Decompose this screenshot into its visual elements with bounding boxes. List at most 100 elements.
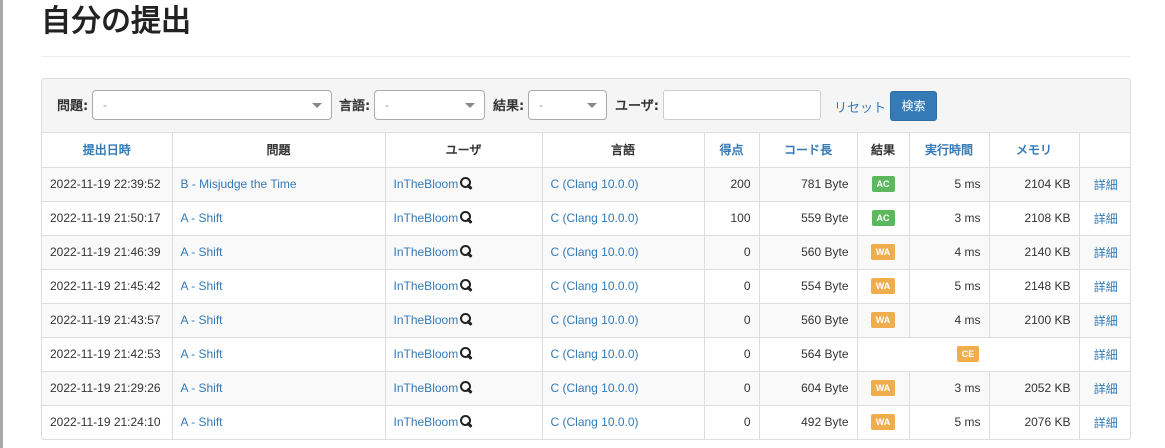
cell-result: WA — [856, 370, 910, 406]
cell-memory: 2100 KB — [988, 302, 1080, 338]
header-submit-time[interactable]: 提出日時 — [42, 133, 173, 168]
cell-score: 0 — [703, 234, 760, 270]
user-filter-label: ユーザ: — [615, 99, 659, 114]
status-badge: WA — [870, 278, 896, 294]
detail-link[interactable]: 詳細 — [1078, 200, 1130, 236]
cell-problem-link[interactable]: A - Shift — [171, 404, 386, 439]
detail-link[interactable]: 詳細 — [1078, 404, 1130, 439]
cell-memory: 2104 KB — [988, 166, 1080, 202]
cell-exec-time: 4 ms — [908, 234, 990, 270]
header-problem: 問題 — [171, 133, 386, 168]
cell-problem-link[interactable]: A - Shift — [171, 234, 386, 270]
cell-exec-time: 5 ms — [908, 268, 990, 304]
search-icon[interactable] — [460, 381, 472, 393]
table-row: 2022-11-19 21:42:53 A - Shift InTheBloom… — [42, 336, 1130, 372]
cell-problem-link[interactable]: A - Shift — [171, 268, 386, 304]
cell-user: InTheBloom — [384, 166, 543, 202]
search-button[interactable]: 検索 — [890, 91, 937, 121]
cell-result: AC — [856, 166, 910, 202]
problem-filter-select[interactable]: - — [92, 90, 332, 120]
detail-link[interactable]: 詳細 — [1078, 302, 1130, 338]
page-title: 自分の提出 — [41, 4, 191, 39]
header-exec-time[interactable]: 実行時間 — [908, 133, 990, 168]
search-icon[interactable] — [460, 211, 472, 223]
cell-language-link[interactable]: C (Clang 10.0.0) — [541, 268, 705, 304]
cell-user: InTheBloom — [384, 302, 543, 338]
cell-code-length: 604 Byte — [758, 370, 858, 406]
detail-link[interactable]: 詳細 — [1078, 268, 1130, 304]
submissions-table: 提出日時 問題 ユーザ 言語 得点 コード長 結果 実行時間 メモリ 2022-… — [42, 133, 1130, 439]
user-link[interactable]: InTheBloom — [394, 415, 459, 429]
cell-language-link[interactable]: C (Clang 10.0.0) — [541, 302, 705, 338]
user-link[interactable]: InTheBloom — [394, 211, 459, 225]
status-badge: WA — [870, 312, 896, 328]
table-row: 2022-11-19 21:50:17 A - Shift InTheBloom… — [42, 200, 1130, 236]
reset-link[interactable]: リセット — [834, 97, 886, 116]
cell-code-length: 560 Byte — [758, 234, 858, 270]
cell-language-link[interactable]: C (Clang 10.0.0) — [541, 404, 705, 439]
cell-language-link[interactable]: C (Clang 10.0.0) — [541, 166, 705, 202]
cell-language-link[interactable]: C (Clang 10.0.0) — [541, 200, 705, 236]
status-badge: CE — [956, 346, 980, 362]
problem-filter-label: 問題: — [57, 99, 89, 114]
cell-score: 0 — [703, 370, 760, 406]
user-link[interactable]: InTheBloom — [394, 245, 459, 259]
cell-result: WA — [856, 302, 910, 338]
header-memory[interactable]: メモリ — [988, 133, 1080, 168]
cell-language-link[interactable]: C (Clang 10.0.0) — [541, 336, 705, 372]
detail-link[interactable]: 詳細 — [1078, 370, 1130, 406]
cell-language-link[interactable]: C (Clang 10.0.0) — [541, 234, 705, 270]
header-code-length[interactable]: コード長 — [758, 133, 858, 168]
detail-link[interactable]: 詳細 — [1078, 336, 1130, 372]
result-filter-label: 結果: — [493, 99, 525, 114]
cell-problem-link[interactable]: A - Shift — [171, 370, 386, 406]
table-row: 2022-11-19 21:29:26 A - Shift InTheBloom… — [42, 370, 1130, 406]
cell-result: AC — [856, 200, 910, 236]
result-filter-select[interactable]: - — [528, 90, 607, 120]
user-link[interactable]: InTheBloom — [394, 347, 459, 361]
user-link[interactable]: InTheBloom — [394, 381, 459, 395]
search-icon[interactable] — [460, 313, 472, 325]
cell-user: InTheBloom — [384, 268, 543, 304]
cell-exec-time: 4 ms — [908, 302, 990, 338]
cell-code-length: 564 Byte — [758, 336, 858, 372]
detail-link[interactable]: 詳細 — [1078, 166, 1130, 202]
cell-memory: 2148 KB — [988, 268, 1080, 304]
cell-exec-time: 3 ms — [908, 370, 990, 406]
cell-result: CE — [856, 336, 1080, 372]
user-filter-input[interactable] — [663, 90, 821, 120]
cell-problem-link[interactable]: A - Shift — [171, 302, 386, 338]
user-link[interactable]: InTheBloom — [394, 177, 459, 191]
filter-bar: 問題: - 言語: - 結果: - ユーザ: リセット 検索 — [42, 79, 1130, 133]
cell-score: 100 — [703, 200, 760, 236]
cell-score: 200 — [703, 166, 760, 202]
search-icon[interactable] — [460, 245, 472, 257]
search-icon[interactable] — [460, 415, 472, 427]
header-score[interactable]: 得点 — [703, 133, 760, 168]
cell-result: WA — [856, 268, 910, 304]
cell-submit-time: 2022-11-19 21:42:53 — [42, 336, 173, 372]
cell-problem-link[interactable]: A - Shift — [171, 336, 386, 372]
status-badge: WA — [870, 414, 896, 431]
detail-link[interactable]: 詳細 — [1078, 234, 1130, 270]
chevron-down-icon — [312, 103, 322, 108]
user-link[interactable]: InTheBloom — [394, 313, 459, 327]
cell-problem-link[interactable]: A - Shift — [171, 200, 386, 236]
submissions-panel: 問題: - 言語: - 結果: - ユーザ: リセット 検索 提出日時 問題 ユ… — [41, 78, 1131, 440]
language-filter-select[interactable]: - — [374, 90, 485, 120]
cell-user: InTheBloom — [384, 234, 543, 270]
table-row: 2022-11-19 21:24:10 A - Shift InTheBloom… — [42, 404, 1130, 439]
search-icon[interactable] — [460, 347, 472, 359]
search-icon[interactable] — [460, 279, 472, 291]
search-icon[interactable] — [460, 177, 472, 189]
user-link[interactable]: InTheBloom — [394, 279, 459, 293]
cell-submit-time: 2022-11-19 21:43:57 — [42, 302, 173, 338]
cell-result: WA — [856, 404, 910, 439]
cell-memory: 2108 KB — [988, 200, 1080, 236]
table-row: 2022-11-19 21:43:57 A - Shift InTheBloom… — [42, 302, 1130, 338]
cell-problem-link[interactable]: B - Misjudge the Time — [171, 166, 386, 202]
cell-language-link[interactable]: C (Clang 10.0.0) — [541, 370, 705, 406]
cell-code-length: 492 Byte — [758, 404, 858, 439]
cell-code-length: 559 Byte — [758, 200, 858, 236]
title-divider — [41, 56, 1131, 57]
